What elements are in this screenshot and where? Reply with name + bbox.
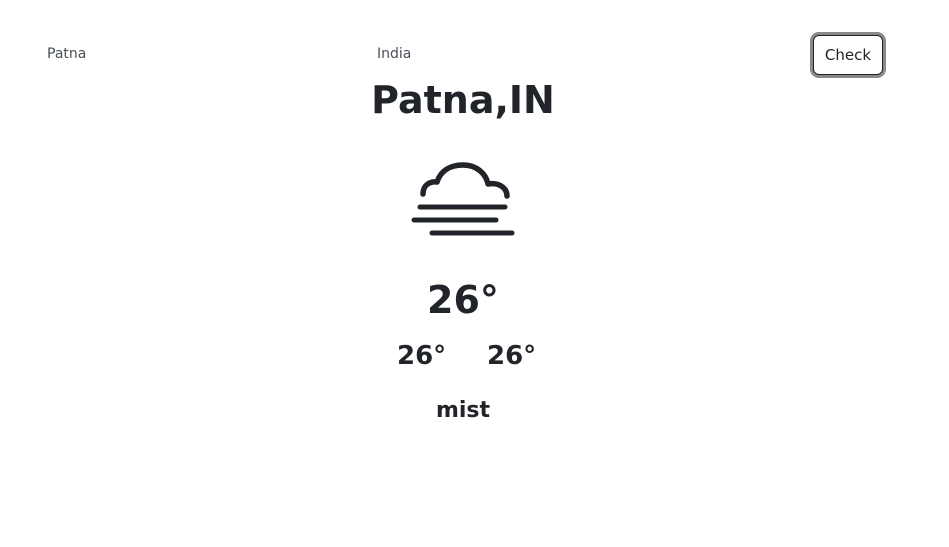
max-temperature: 26° [487, 341, 537, 371]
min-temperature: 26° [397, 341, 447, 371]
search-form: Check [0, 34, 949, 78]
check-button[interactable]: Check [813, 35, 883, 75]
city-input[interactable] [47, 42, 337, 66]
location-title: Patna,IN [371, 78, 555, 122]
weather-description: mist [435, 398, 491, 423]
min-max-temperatures: 26° 26° [0, 339, 926, 373]
country-input[interactable] [377, 42, 667, 66]
weather-app: Check Patna,IN 26° 26° 26° mist [0, 0, 949, 547]
current-temperature: 26° [427, 278, 499, 322]
fog-cloud-icon [408, 158, 520, 242]
